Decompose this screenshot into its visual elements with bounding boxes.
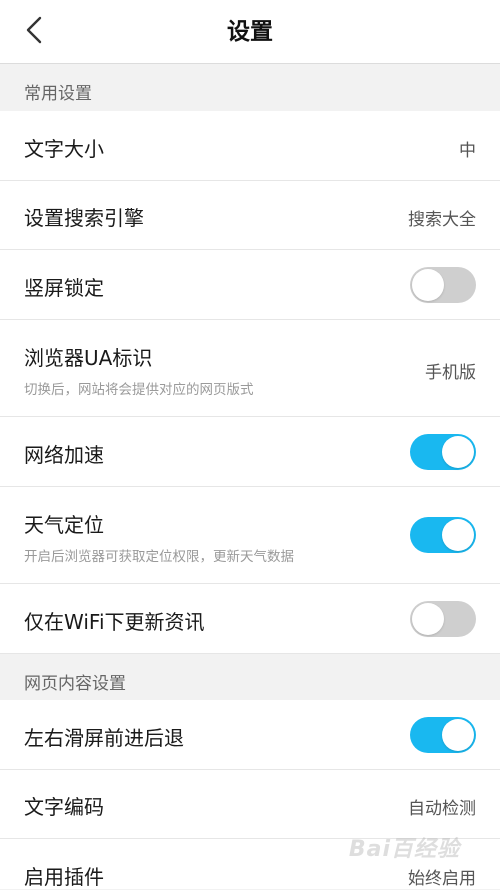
setting-label: 仅在WiFi下更新资讯	[24, 610, 205, 634]
setting-label: 文字大小	[24, 137, 104, 161]
page-title: 设置	[227, 19, 273, 45]
setting-row-text-encoding[interactable]: 文字编码 自动检测	[0, 770, 500, 839]
toggle-knob	[442, 719, 474, 751]
top-bar: 设置	[0, 0, 500, 64]
setting-label: 启用插件	[24, 865, 104, 889]
toggle-knob	[412, 603, 444, 635]
setting-subtitle: 切换后，网站将会提供对应的网页版式	[24, 382, 254, 398]
setting-row-plugins[interactable]: 启用插件 始终启用	[0, 839, 500, 889]
setting-row-search-engine[interactable]: 设置搜索引擎 搜索大全	[0, 181, 500, 250]
setting-row-font-size[interactable]: 文字大小 中	[0, 111, 500, 181]
setting-row-swipe-nav: 左右滑屏前进后退	[0, 700, 500, 770]
section-header-webpage-content: 网页内容设置	[0, 654, 500, 700]
setting-label: 天气定位	[24, 513, 104, 537]
weather-location-toggle[interactable]	[410, 517, 476, 553]
section-header-common: 常用设置	[0, 64, 500, 111]
wifi-only-news-toggle[interactable]	[410, 601, 476, 637]
portrait-lock-toggle[interactable]	[410, 267, 476, 303]
setting-label: 网络加速	[24, 443, 104, 467]
setting-row-wifi-only-news: 仅在WiFi下更新资讯	[0, 584, 500, 654]
setting-value: 中	[459, 141, 476, 161]
setting-row-weather-location: 天气定位 开启后浏览器可获取定位权限，更新天气数据	[0, 487, 500, 584]
toggle-knob	[412, 269, 444, 301]
setting-label: 浏览器UA标识	[24, 346, 153, 370]
setting-value: 始终启用	[408, 869, 476, 889]
setting-subtitle: 开启后浏览器可获取定位权限，更新天气数据	[24, 549, 294, 565]
setting-label: 左右滑屏前进后退	[24, 726, 184, 750]
swipe-nav-toggle[interactable]	[410, 717, 476, 753]
setting-label: 竖屏锁定	[24, 276, 104, 300]
setting-value: 自动检测	[408, 799, 476, 819]
network-accel-toggle[interactable]	[410, 434, 476, 470]
setting-row-browser-ua[interactable]: 浏览器UA标识 切换后，网站将会提供对应的网页版式 手机版	[0, 320, 500, 417]
setting-value: 搜索大全	[408, 210, 476, 230]
setting-row-portrait-lock: 竖屏锁定	[0, 250, 500, 320]
toggle-knob	[442, 519, 474, 551]
setting-value: 手机版	[425, 363, 476, 383]
setting-label: 设置搜索引擎	[24, 206, 144, 230]
setting-label: 文字编码	[24, 795, 104, 819]
setting-row-network-accel: 网络加速	[0, 417, 500, 487]
toggle-knob	[442, 436, 474, 468]
